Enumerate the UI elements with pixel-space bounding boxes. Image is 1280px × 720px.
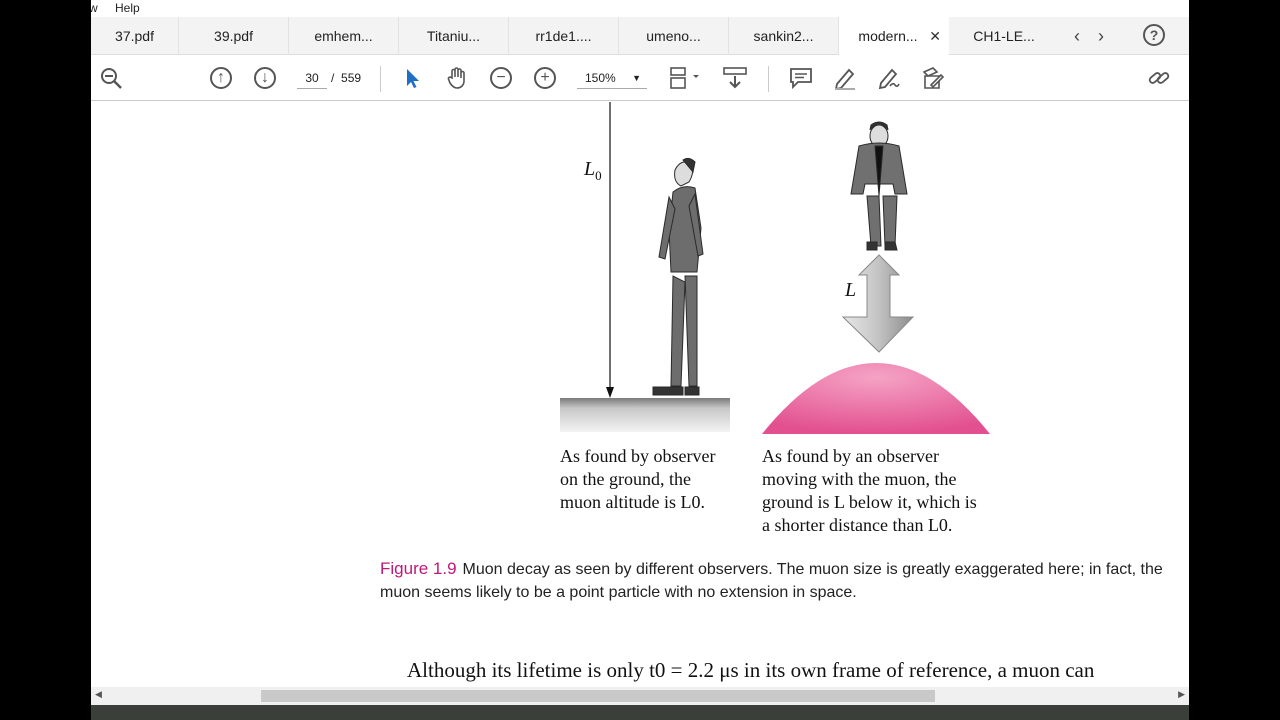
right-caption-line: ground is L below it, which is bbox=[762, 492, 977, 512]
label-l: L bbox=[845, 279, 857, 301]
menu-bar: w Help bbox=[91, 0, 1189, 17]
distance-arrow bbox=[841, 254, 915, 353]
right-figure-caption: As found by an observer moving with the … bbox=[762, 445, 1022, 537]
chevron-left-icon[interactable]: ‹ bbox=[1074, 26, 1080, 47]
tab-bar: 37.pdf 39.pdf emhem... Titaniu... rr1de1… bbox=[91, 17, 1189, 55]
tab-sankin2[interactable]: sankin2... bbox=[729, 17, 839, 55]
tab-umeno[interactable]: umeno... bbox=[619, 17, 729, 55]
left-caption-line: muon altitude is L0. bbox=[560, 492, 705, 512]
scroll-right-icon[interactable]: ▶ bbox=[1178, 689, 1185, 700]
right-caption-line: a shorter distance than L0. bbox=[762, 515, 953, 535]
page-fit-icon[interactable] bbox=[669, 66, 703, 90]
close-icon[interactable]: ✕ bbox=[929, 17, 941, 55]
scrollbar-thumb[interactable] bbox=[261, 690, 935, 702]
tab-titanium[interactable]: Titaniu... bbox=[399, 17, 509, 55]
menu-view-partial[interactable]: w bbox=[91, 1, 98, 15]
altitude-arrowhead bbox=[606, 387, 614, 398]
page-total: / 559 bbox=[331, 67, 361, 89]
label-l0: L0 bbox=[584, 158, 602, 187]
left-caption-line: on the ground, the bbox=[560, 469, 691, 489]
muon-dome bbox=[762, 363, 990, 434]
chevron-down-icon: ▼ bbox=[632, 73, 641, 83]
label-l0-subscript: 0 bbox=[595, 168, 602, 183]
tab-label: Titaniu... bbox=[426, 28, 481, 44]
tab-label: umeno... bbox=[646, 28, 701, 44]
page-separator: / bbox=[331, 71, 335, 85]
share-link-icon[interactable] bbox=[1147, 66, 1171, 90]
pdf-viewer-window: w Help 37.pdf 39.pdf emhem... Titaniu...… bbox=[91, 0, 1189, 705]
help-icon[interactable]: ? bbox=[1143, 24, 1165, 46]
left-caption-line: As found by observer bbox=[560, 446, 716, 466]
previous-page-icon[interactable]: ↑ bbox=[210, 67, 232, 89]
divider bbox=[380, 66, 381, 92]
body-paragraph: Although its lifetime is only t0 = 2.2 μ… bbox=[407, 658, 1095, 682]
tab-label: rr1de1.... bbox=[535, 28, 592, 44]
document-page: L0 L As found by observer on the ground,… bbox=[91, 102, 1189, 687]
tab-emhem[interactable]: emhem... bbox=[289, 17, 399, 55]
label-l0-main: L bbox=[584, 158, 596, 180]
tab-label: modern... bbox=[858, 28, 918, 44]
tab-37-pdf[interactable]: 37.pdf bbox=[91, 17, 179, 55]
toolbar: ↑ ↓ 30 / 559 − + 150% ▼ bbox=[91, 56, 1189, 101]
chevron-right-icon[interactable]: › bbox=[1098, 26, 1104, 47]
scroll-left-icon[interactable]: ◀ bbox=[95, 689, 102, 700]
hand-tool-icon[interactable] bbox=[445, 66, 469, 90]
tab-label: 39.pdf bbox=[214, 28, 253, 44]
ground-block bbox=[560, 398, 730, 432]
figure-caption: Figure 1.9 Muon decay as seen by differen… bbox=[380, 557, 1180, 604]
tab-label: emhem... bbox=[314, 28, 373, 44]
scroll-mode-icon[interactable] bbox=[723, 66, 747, 90]
right-caption-line: As found by an observer bbox=[762, 446, 939, 466]
zoom-level-select[interactable]: 150% ▼ bbox=[577, 67, 647, 89]
zoom-out-icon[interactable]: − bbox=[490, 67, 512, 89]
menu-help[interactable]: Help bbox=[115, 1, 140, 15]
zoom-value: 150% bbox=[585, 71, 616, 85]
page-number-input[interactable]: 30 bbox=[297, 67, 327, 89]
tab-39-pdf[interactable]: 39.pdf bbox=[179, 17, 289, 55]
horizontal-scrollbar[interactable]: ◀ ▶ bbox=[91, 687, 1189, 705]
zoom-search-icon[interactable] bbox=[99, 66, 123, 90]
figure-caption-text: Muon decay as seen by different observer… bbox=[380, 561, 1163, 601]
page-total-value: 559 bbox=[341, 71, 362, 85]
tab-label: sankin2... bbox=[753, 28, 814, 44]
divider bbox=[768, 66, 769, 92]
tab-label: CH1-LE... bbox=[973, 28, 1035, 44]
left-figure-caption: As found by observer on the ground, the … bbox=[560, 445, 750, 514]
select-cursor-icon[interactable] bbox=[401, 66, 425, 90]
next-page-icon[interactable]: ↓ bbox=[254, 67, 276, 89]
tab-ch1-le[interactable]: CH1-LE... bbox=[949, 17, 1059, 55]
comment-icon[interactable] bbox=[789, 66, 813, 90]
standing-observer bbox=[652, 157, 704, 396]
figure-number: Figure 1.9 bbox=[380, 559, 457, 578]
right-caption-line: moving with the muon, the bbox=[762, 469, 957, 489]
draw-signature-icon[interactable] bbox=[877, 66, 901, 90]
zoom-in-icon[interactable]: + bbox=[534, 67, 556, 89]
tab-label: 37.pdf bbox=[115, 28, 154, 44]
edit-form-icon[interactable] bbox=[921, 66, 945, 90]
highlight-pen-icon[interactable] bbox=[833, 66, 857, 90]
tab-rr1de1[interactable]: rr1de1.... bbox=[509, 17, 619, 55]
taskbar bbox=[91, 705, 1189, 720]
floating-observer bbox=[850, 121, 908, 251]
tab-modern[interactable]: modern... ✕ bbox=[839, 17, 949, 55]
